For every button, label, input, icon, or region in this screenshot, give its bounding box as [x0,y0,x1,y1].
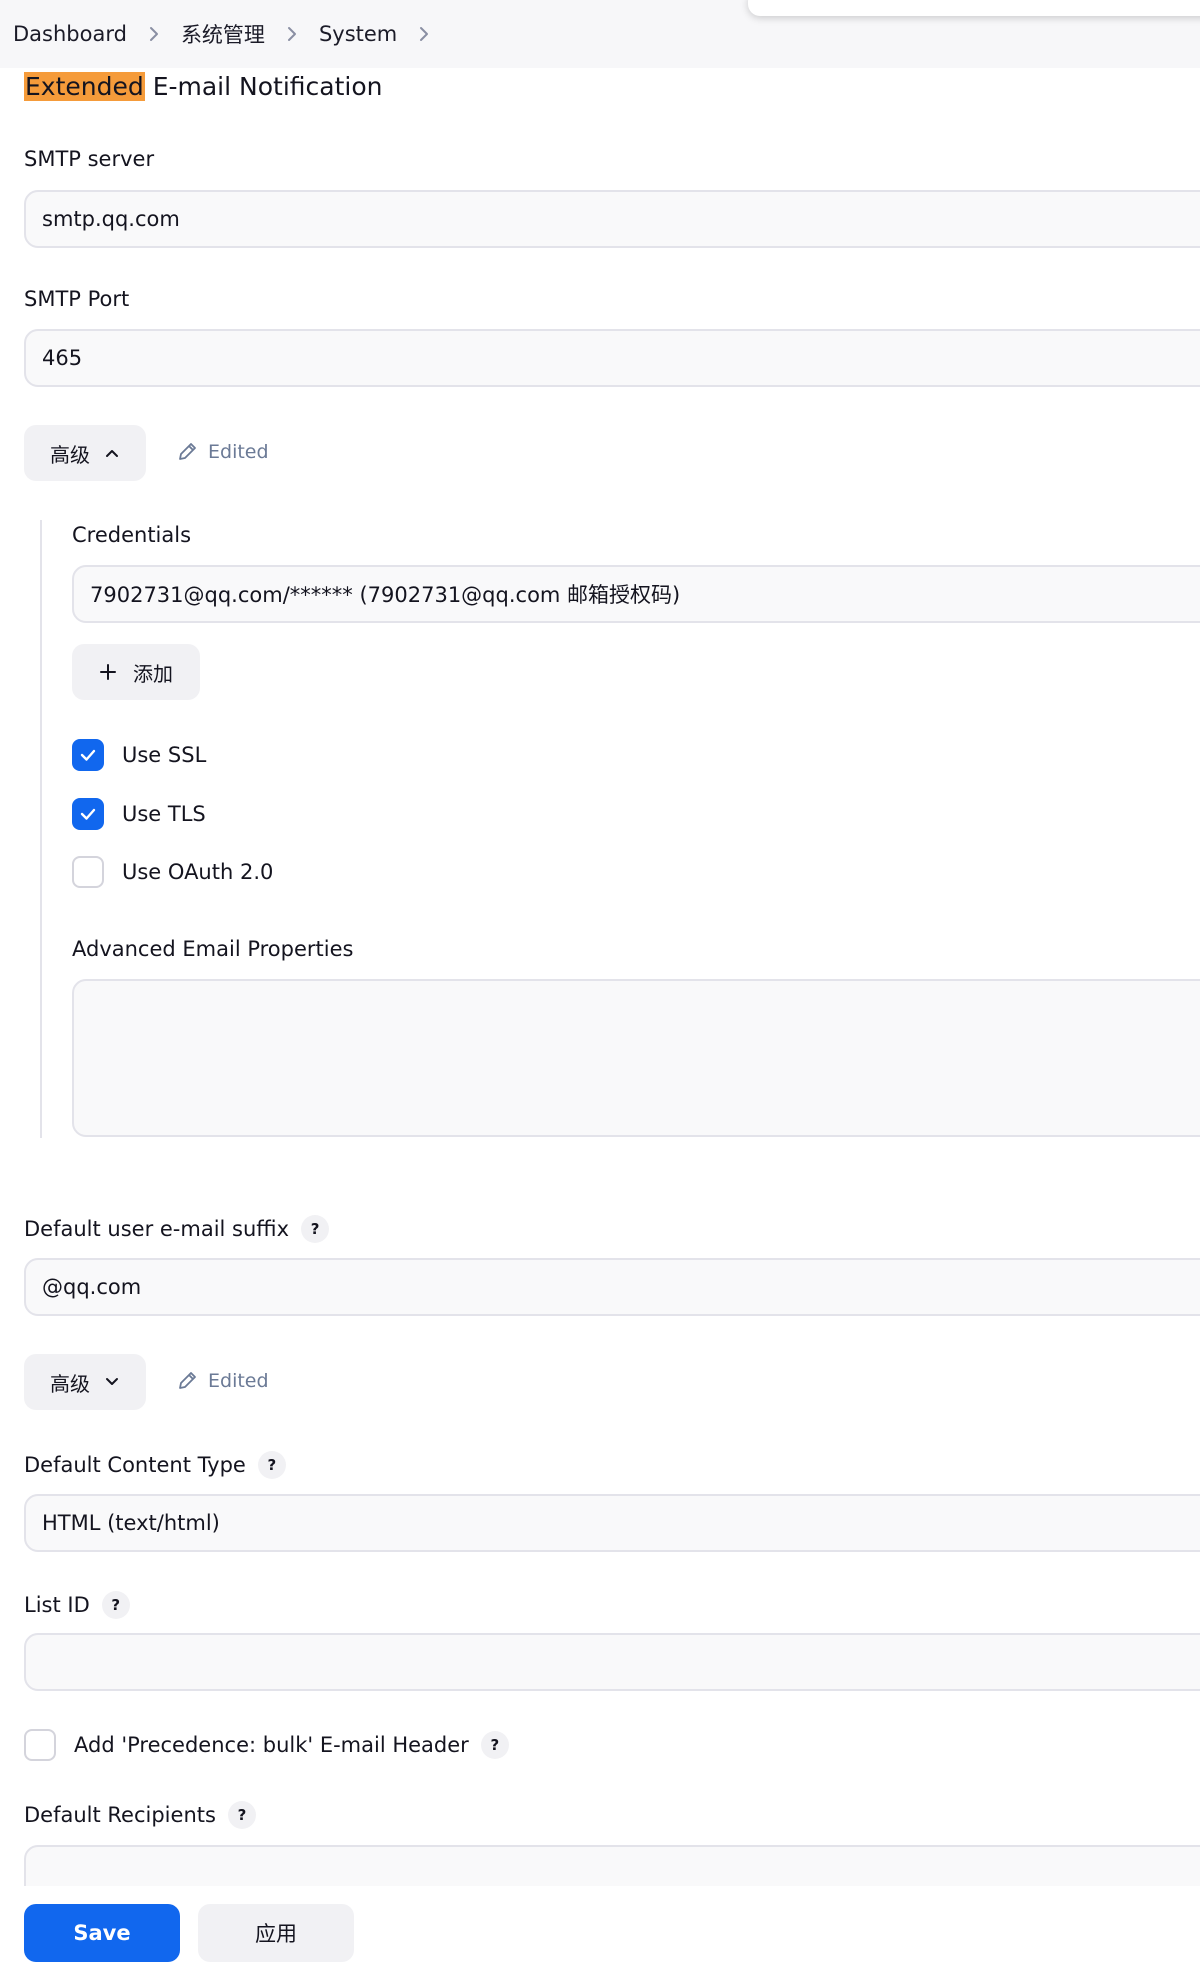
advanced-toggle-button[interactable]: 高级 [24,425,146,481]
advanced-toggle-button-2[interactable]: 高级 [24,1354,146,1410]
list-id-input[interactable] [24,1633,1200,1691]
help-icon[interactable]: ? [257,1451,286,1479]
breadcrumb-dashboard[interactable]: Dashboard [13,22,127,46]
content-type-select[interactable]: HTML (text/html) [24,1494,1200,1552]
precedence-label[interactable]: Add 'Precedence: bulk' E-mail Header [74,1733,469,1757]
pencil-icon [179,1372,196,1389]
search-highlight: Extended [24,72,145,101]
advanced-toggle-label: 高级 [50,442,90,467]
default-recipients-label: Default Recipients ? [24,1801,256,1829]
breadcrumb-system-admin[interactable]: 系统管理 [181,19,265,49]
use-oauth-row: Use OAuth 2.0 [72,856,273,888]
breadcrumb-system[interactable]: System [319,22,397,46]
content-type-value: HTML (text/html) [42,1511,220,1535]
edited-text: Edited [208,441,269,463]
smtp-server-value: smtp.qq.com [42,207,180,231]
add-credentials-button[interactable]: 添加 [72,644,200,700]
pencil-icon [179,443,196,460]
precedence-checkbox[interactable] [24,1729,56,1761]
default-suffix-value: @qq.com [42,1275,142,1299]
add-credentials-label: 添加 [133,661,173,686]
default-suffix-input[interactable]: @qq.com [24,1258,1200,1316]
use-ssl-checkbox[interactable] [72,739,104,771]
use-oauth-label[interactable]: Use OAuth 2.0 [122,860,273,884]
smtp-server-label: SMTP server [24,147,154,171]
default-recipients-label-text: Default Recipients [24,1803,216,1827]
use-ssl-label[interactable]: Use SSL [122,743,206,767]
help-icon[interactable]: ? [301,1215,330,1243]
jenkins-config-page: Dashboard 系统管理 System Extended E-mail No… [0,0,1200,1980]
advanced-email-properties-textarea[interactable] [72,979,1200,1137]
list-id-label-text: List ID [24,1593,90,1617]
credentials-value: 7902731@qq.com/****** (7902731@qq.com 邮箱… [90,583,681,607]
use-tls-checkbox[interactable] [72,798,104,830]
edited-text-2: Edited [208,1370,269,1392]
help-icon[interactable]: ? [480,1731,509,1759]
smtp-port-label: SMTP Port [24,287,129,311]
edited-indicator-2: Edited [176,1370,269,1392]
precedence-row: Add 'Precedence: bulk' E-mail Header ? [24,1729,509,1761]
section-title: Extended E-mail Notification [24,72,382,101]
section-title-text: E-mail Notification [144,72,383,101]
smtp-port-value: 465 [42,346,83,370]
advanced-toggle-label-2: 高级 [50,1371,90,1396]
content-type-label: Default Content Type ? [24,1451,286,1479]
chevron-right-icon [147,25,161,43]
smtp-port-input[interactable]: 465 [24,329,1200,387]
save-button[interactable]: Save [24,1904,180,1962]
checkmark-icon [80,808,96,820]
help-icon[interactable]: ? [101,1591,130,1619]
search-popover [748,0,1200,16]
chevron-right-icon[interactable] [417,25,431,43]
chevron-up-icon [106,450,118,457]
smtp-server-label-text: SMTP server [24,147,155,171]
advanced-section-indent [40,520,42,1138]
use-ssl-row: Use SSL [72,739,206,771]
content-type-label-text: Default Content Type [24,1453,246,1477]
chevron-down-icon [106,1378,118,1385]
default-suffix-label: Default user e-mail suffix ? [24,1215,330,1243]
use-tls-label[interactable]: Use TLS [122,802,206,826]
edited-indicator: Edited [176,441,269,463]
credentials-label-text: Credentials [72,523,192,547]
apply-button[interactable]: 应用 [198,1904,354,1962]
checkmark-icon [80,749,96,761]
plus-icon [100,664,116,680]
smtp-server-input[interactable]: smtp.qq.com [24,190,1200,248]
advanced-email-properties-label-text: Advanced Email Properties [72,937,354,961]
help-icon[interactable]: ? [227,1801,256,1829]
credentials-select[interactable]: 7902731@qq.com/****** (7902731@qq.com 邮箱… [72,565,1200,623]
use-oauth-checkbox[interactable] [72,856,104,888]
chevron-right-icon [285,25,299,43]
list-id-label: List ID ? [24,1591,130,1619]
footer-bar [0,1886,1200,1980]
credentials-label: Credentials [72,523,191,547]
use-tls-row: Use TLS [72,798,206,830]
smtp-port-label-text: SMTP Port [24,287,130,311]
default-suffix-label-text: Default user e-mail suffix [24,1217,290,1241]
advanced-email-properties-label: Advanced Email Properties [72,937,353,961]
